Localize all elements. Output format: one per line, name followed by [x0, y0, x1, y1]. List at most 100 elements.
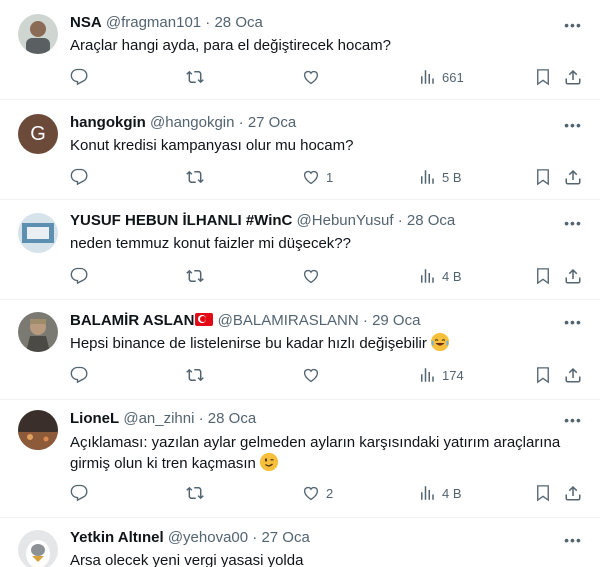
turkey-flag-icon	[195, 313, 214, 326]
avatar[interactable]	[18, 312, 58, 352]
views-icon	[421, 170, 434, 184]
reply-button[interactable]	[70, 267, 88, 285]
tweet-date[interactable]: 27 Oca	[248, 114, 296, 131]
share-icon	[565, 69, 581, 85]
author-handle[interactable]: @hangokgin	[150, 114, 234, 131]
tweet-date[interactable]: 28 Oca	[214, 14, 262, 31]
more-icon[interactable]: •••	[562, 312, 584, 332]
share-button[interactable]	[564, 484, 582, 502]
like-icon	[303, 486, 319, 501]
like-button[interactable]	[302, 68, 326, 86]
avatar[interactable]: G	[18, 114, 58, 154]
bookmark-icon	[537, 169, 549, 186]
separator-dot: ·	[252, 529, 258, 546]
tweet-date[interactable]: 27 Oca	[261, 529, 309, 546]
author-name[interactable]: NSA	[70, 14, 102, 31]
bookmark-icon	[537, 367, 549, 384]
tweet-header: NSA @fragman101 · 28 Oca	[70, 13, 263, 33]
view-count: 4 B	[442, 485, 462, 501]
views-button[interactable]: 661	[418, 68, 464, 86]
like-button[interactable]: 2	[302, 484, 333, 502]
action-bar: 661	[0, 68, 600, 88]
more-icon[interactable]: •••	[562, 410, 584, 430]
views-button[interactable]: 174	[418, 366, 464, 384]
tweet-date[interactable]: 29 Oca	[372, 312, 420, 329]
share-icon	[565, 485, 581, 501]
tweet-date[interactable]: 28 Oca	[407, 212, 455, 229]
action-bar: 4 B	[0, 267, 600, 287]
retweet-button[interactable]	[186, 68, 204, 86]
like-icon	[303, 368, 319, 383]
views-button[interactable]: 4 B	[418, 267, 462, 285]
more-icon[interactable]: •••	[562, 530, 584, 550]
retweet-icon	[186, 368, 204, 382]
author-handle[interactable]: @fragman101	[106, 14, 201, 31]
view-count: 4 B	[442, 268, 462, 284]
reply-icon	[70, 366, 88, 384]
views-button[interactable]: 5 B	[418, 168, 462, 186]
retweet-button[interactable]	[186, 267, 204, 285]
author-name[interactable]: YUSUF HEBUN İLHANLI #WinC	[70, 212, 292, 229]
bookmark-button[interactable]	[534, 68, 552, 86]
avatar[interactable]	[18, 213, 58, 253]
share-button[interactable]	[564, 267, 582, 285]
author-handle[interactable]: @an_zihni	[123, 410, 194, 427]
reply-button[interactable]	[70, 168, 88, 186]
tweet[interactable]: LioneL @an_zihni · 28 Oca ••• Açıklaması…	[0, 400, 600, 518]
action-bar: 2 4 B	[0, 484, 600, 504]
reply-icon	[70, 484, 88, 502]
views-icon	[421, 368, 434, 382]
avatar[interactable]	[18, 530, 58, 567]
bookmark-button[interactable]	[534, 484, 552, 502]
retweet-icon	[186, 70, 204, 84]
like-button[interactable]: 1	[302, 168, 333, 186]
author-name[interactable]: hangokgin	[70, 114, 146, 131]
tweet[interactable]: BALAMİR ASLAN @BALAMIRASLANN · 29 Oca ••…	[0, 300, 600, 400]
author-name[interactable]: LioneL	[70, 410, 119, 427]
tweet-header: LioneL @an_zihni · 28 Oca	[70, 409, 256, 429]
tweet-date[interactable]: 28 Oca	[208, 410, 256, 427]
author-name[interactable]: Yetkin Altınel	[70, 529, 164, 546]
bookmark-button[interactable]	[534, 168, 552, 186]
share-icon	[565, 268, 581, 284]
author-handle[interactable]: @HebunYusuf	[297, 212, 394, 229]
tweet[interactable]: G hangokgin @hangokgin · 27 Oca ••• Konu…	[0, 100, 600, 200]
views-button[interactable]: 4 B	[418, 484, 462, 502]
more-icon[interactable]: •••	[562, 213, 584, 233]
like-button[interactable]	[302, 267, 326, 285]
views-icon	[421, 269, 434, 283]
author-name[interactable]: BALAMİR ASLAN	[70, 312, 194, 329]
tweet-text: Açıklaması: yazılan aylar gelmeden aylar…	[70, 432, 575, 474]
reply-button[interactable]	[70, 366, 88, 384]
bookmark-button[interactable]	[534, 267, 552, 285]
author-handle[interactable]: @yehova00	[168, 529, 248, 546]
reply-icon	[70, 68, 88, 86]
view-count: 5 B	[442, 169, 462, 185]
author-handle[interactable]: @BALAMIRASLANN	[218, 312, 359, 329]
tweet-text: Araçlar hangi ayda, para el değiştirecek…	[70, 37, 392, 54]
reply-button[interactable]	[70, 68, 88, 86]
views-icon	[421, 70, 434, 84]
like-icon	[303, 170, 319, 185]
retweet-button[interactable]	[186, 168, 204, 186]
avatar[interactable]	[18, 14, 58, 54]
share-button[interactable]	[564, 366, 582, 384]
more-icon[interactable]: •••	[562, 15, 584, 35]
reply-icon	[70, 168, 88, 186]
like-button[interactable]	[302, 366, 326, 384]
tweet[interactable]: NSA @fragman101 · 28 Oca ••• Araçlar han…	[0, 0, 600, 100]
share-button[interactable]	[564, 68, 582, 86]
tweet[interactable]: YUSUF HEBUN İLHANLI #WinC @HebunYusuf · …	[0, 200, 600, 300]
retweet-icon	[186, 170, 204, 184]
share-button[interactable]	[564, 168, 582, 186]
avatar[interactable]	[18, 410, 58, 450]
reply-feed: NSA @fragman101 · 28 Oca ••• Araçlar han…	[0, 0, 600, 567]
reply-button[interactable]	[70, 484, 88, 502]
bookmark-button[interactable]	[534, 366, 552, 384]
retweet-button[interactable]	[186, 366, 204, 384]
separator-dot: ·	[198, 410, 204, 427]
retweet-button[interactable]	[186, 484, 204, 502]
like-icon	[303, 269, 319, 284]
more-icon[interactable]: •••	[562, 115, 584, 135]
tweet[interactable]: Yetkin Altınel @yehova00 · 27 Oca ••• Ar…	[0, 518, 600, 567]
